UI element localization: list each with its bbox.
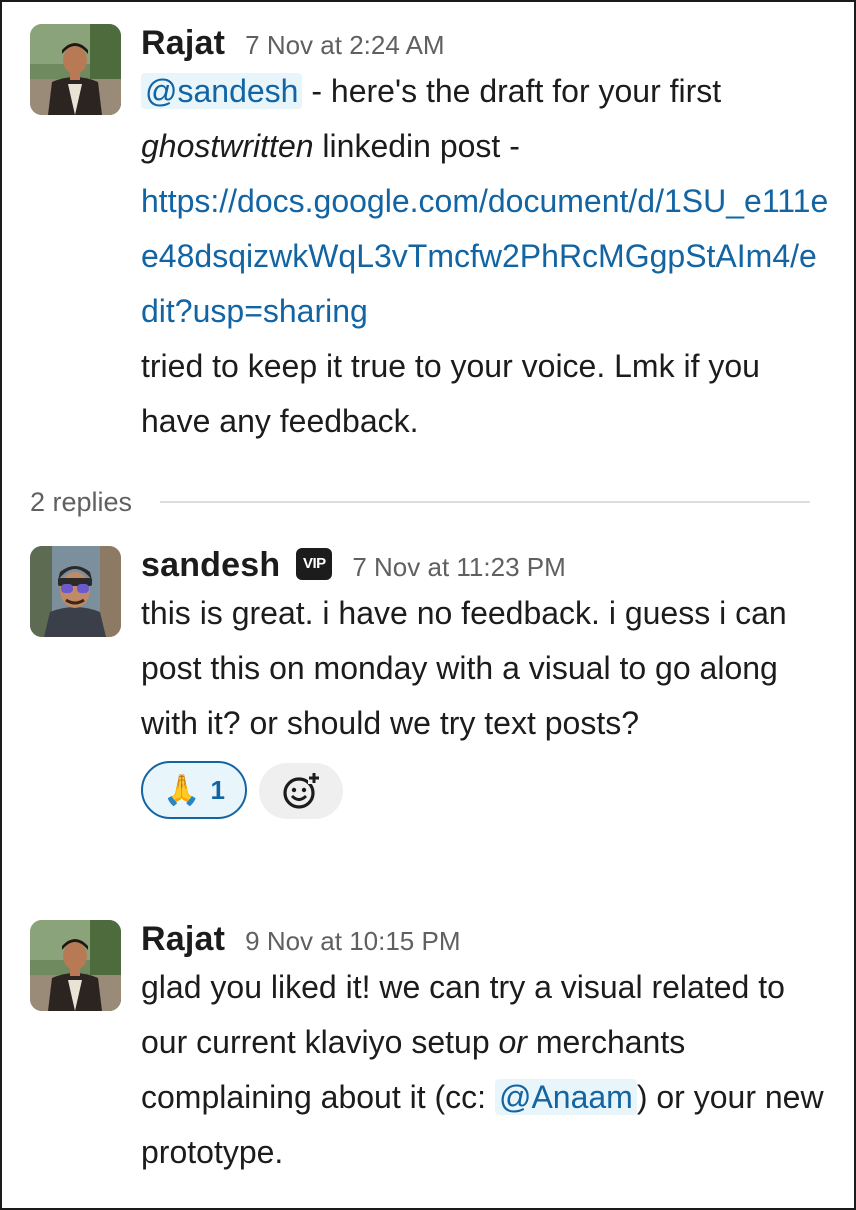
avatar-rajat[interactable]: [30, 920, 121, 1011]
message-body: this is great. i have no feedback. i gue…: [141, 595, 787, 741]
emphasis-text: ghostwritten: [141, 128, 314, 164]
replies-count: 2 replies: [30, 486, 133, 517]
message-text: glad you liked it! we can try a visual r…: [141, 969, 785, 1060]
reactions-bar: 🙏 1: [141, 761, 830, 825]
mention-anaam[interactable]: @Anaam: [494, 1079, 637, 1115]
message-body: @sandesh - here's the draft for your fir…: [141, 64, 830, 449]
message-timestamp[interactable]: 9 Nov at 10:15 PM: [245, 926, 460, 957]
thread-replies-divider: 2 replies: [30, 480, 810, 524]
message-text: linkedin post -: [313, 128, 520, 164]
emphasis-text: or: [498, 1024, 527, 1060]
divider-line: [160, 501, 810, 503]
reaction-count: 1: [210, 774, 225, 805]
message-text: tried to keep it true to your voice. Lmk…: [141, 348, 760, 439]
thread-view: Rajat 7 Nov at 2:24 AM @sandesh - here's…: [0, 0, 856, 1210]
avatar-rajat[interactable]: [30, 24, 121, 115]
message-timestamp[interactable]: 7 Nov at 2:24 AM: [245, 30, 444, 61]
add-reaction-smiley-icon: [283, 772, 320, 809]
message-timestamp[interactable]: 7 Nov at 11:23 PM: [352, 552, 565, 583]
author-name[interactable]: Rajat: [141, 920, 225, 959]
author-name[interactable]: sandesh: [141, 546, 280, 585]
vip-badge: VIP: [296, 548, 333, 580]
add-reaction-button[interactable]: [259, 763, 343, 819]
message-body: glad you liked it! we can try a visual r…: [141, 960, 830, 1180]
reaction-folded-hands[interactable]: 🙏 1: [141, 761, 247, 819]
folded-hands-icon: 🙏: [163, 774, 201, 807]
author-name[interactable]: Rajat: [141, 24, 225, 63]
mention-sandesh[interactable]: @sandesh: [141, 73, 303, 109]
google-doc-link[interactable]: https://docs.google.com/document/d/1SU_e…: [141, 183, 828, 329]
message-text: - here's the draft for your first: [302, 73, 722, 109]
avatar-sandesh[interactable]: [30, 546, 121, 637]
